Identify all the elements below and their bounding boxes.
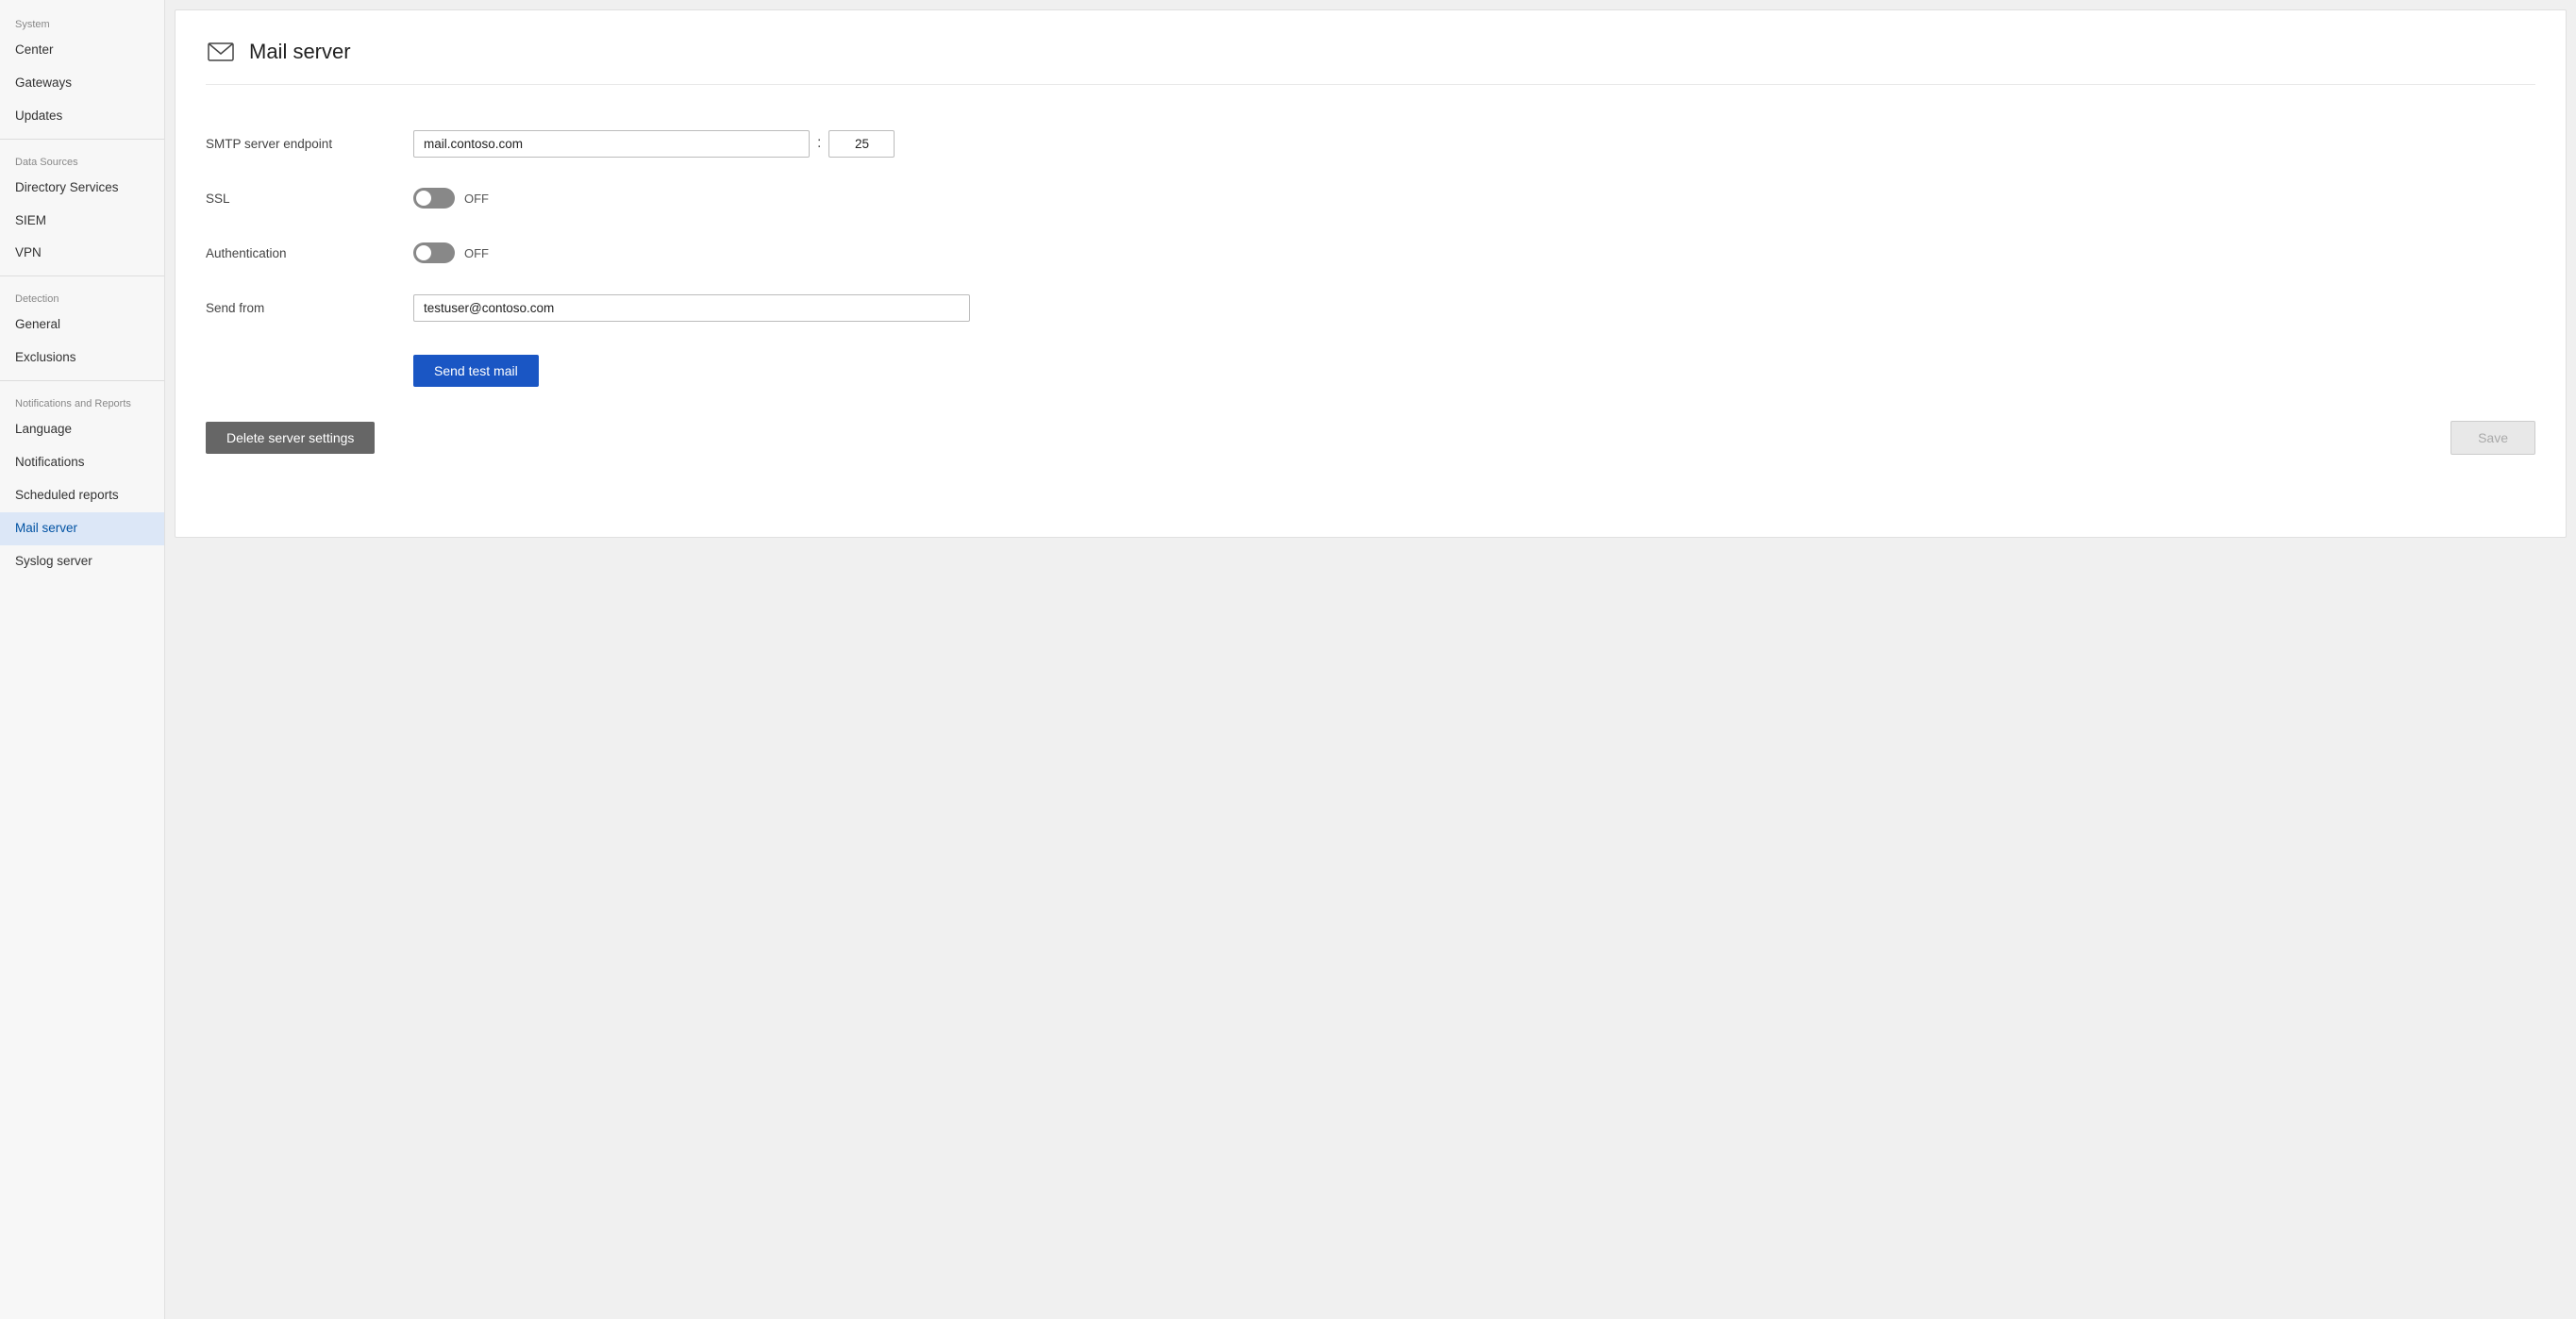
sidebar-section-detection: Detection bbox=[0, 282, 164, 309]
ssl-toggle[interactable] bbox=[413, 188, 455, 209]
smtp-label: SMTP server endpoint bbox=[206, 137, 413, 151]
sidebar-item-syslog-server[interactable]: Syslog server bbox=[0, 545, 164, 578]
sidebar-item-notifications[interactable]: Notifications bbox=[0, 446, 164, 479]
sidebar-item-scheduled-reports[interactable]: Scheduled reports bbox=[0, 479, 164, 512]
send-from-label: Send from bbox=[206, 301, 413, 315]
sidebar-section-notifications-reports: Notifications and Reports bbox=[0, 387, 164, 413]
smtp-control-group: : bbox=[413, 130, 895, 158]
sidebar-item-updates[interactable]: Updates bbox=[0, 100, 164, 133]
content-panel: Mail server SMTP server endpoint : SSL bbox=[175, 9, 2567, 538]
send-from-row: Send from bbox=[206, 291, 2535, 325]
sidebar-item-exclusions[interactable]: Exclusions bbox=[0, 342, 164, 375]
delete-server-settings-button[interactable]: Delete server settings bbox=[206, 422, 375, 454]
ssl-state-label: OFF bbox=[464, 192, 489, 206]
sidebar-item-directory-services[interactable]: Directory Services bbox=[0, 172, 164, 205]
divider-detection bbox=[0, 275, 164, 276]
send-test-mail-row: Send test mail bbox=[206, 345, 2535, 387]
auth-state-label: OFF bbox=[464, 246, 489, 260]
auth-label: Authentication bbox=[206, 246, 413, 260]
sidebar-item-siem[interactable]: SIEM bbox=[0, 205, 164, 238]
auth-toggle-container: OFF bbox=[413, 242, 489, 263]
smtp-row: SMTP server endpoint : bbox=[206, 126, 2535, 160]
port-input[interactable] bbox=[828, 130, 895, 158]
ssl-row: SSL OFF bbox=[206, 181, 2535, 215]
auth-toggle-thumb bbox=[416, 245, 431, 260]
page-header: Mail server bbox=[206, 37, 2535, 85]
sidebar-item-gateways[interactable]: Gateways bbox=[0, 67, 164, 100]
sidebar-item-center[interactable]: Center bbox=[0, 34, 164, 67]
ssl-toggle-container: OFF bbox=[413, 188, 489, 209]
send-from-input[interactable] bbox=[413, 294, 970, 322]
mail-server-form: SMTP server endpoint : SSL OFF bbox=[206, 108, 2535, 387]
mail-icon bbox=[206, 37, 236, 67]
smtp-colon: : bbox=[817, 135, 821, 152]
footer-actions: Delete server settings Save bbox=[206, 421, 2535, 455]
sidebar-section-system: System bbox=[0, 8, 164, 34]
main-content: Mail server SMTP server endpoint : SSL bbox=[165, 0, 2576, 1319]
auth-toggle[interactable] bbox=[413, 242, 455, 263]
ssl-label: SSL bbox=[206, 192, 413, 206]
ssl-toggle-thumb bbox=[416, 191, 431, 206]
sidebar-item-vpn[interactable]: VPN bbox=[0, 237, 164, 270]
page-title: Mail server bbox=[249, 40, 351, 64]
smtp-input[interactable] bbox=[413, 130, 810, 158]
sidebar-item-mail-server[interactable]: Mail server bbox=[0, 512, 164, 545]
auth-row: Authentication OFF bbox=[206, 236, 2535, 270]
sidebar-section-data-sources: Data Sources bbox=[0, 145, 164, 172]
divider-data-sources bbox=[0, 139, 164, 140]
sidebar-item-general[interactable]: General bbox=[0, 309, 164, 342]
save-button[interactable]: Save bbox=[2451, 421, 2535, 455]
sidebar: System Center Gateways Updates Data Sour… bbox=[0, 0, 165, 1319]
sidebar-item-language[interactable]: Language bbox=[0, 413, 164, 446]
divider-notifications bbox=[0, 380, 164, 381]
send-test-mail-button[interactable]: Send test mail bbox=[413, 355, 539, 387]
